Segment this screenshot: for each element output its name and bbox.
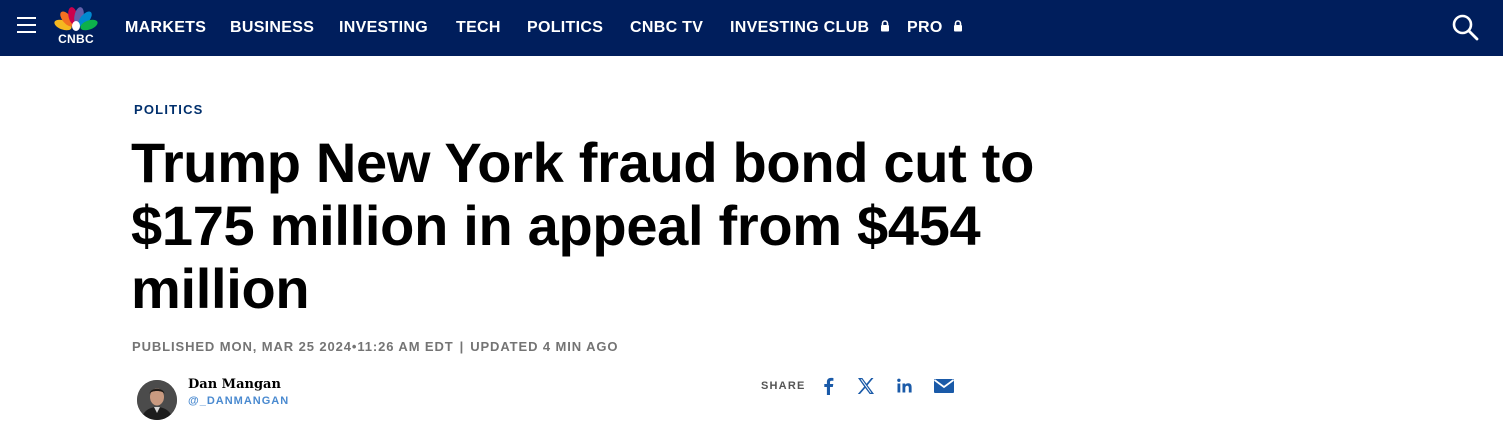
author-avatar[interactable] bbox=[137, 380, 177, 420]
nav-item-investing-club[interactable]: INVESTING CLUB bbox=[730, 19, 890, 37]
author-twitter-handle[interactable]: @_DANMANGAN bbox=[188, 395, 289, 407]
email-icon[interactable] bbox=[933, 376, 955, 396]
hamburger-menu-icon[interactable] bbox=[17, 17, 36, 33]
published-time: PUBLISHED MON, MAR 25 2024•11:26 AM EDT bbox=[132, 339, 454, 354]
search-icon[interactable] bbox=[1451, 13, 1479, 41]
nav-item-politics[interactable]: POLITICS bbox=[527, 19, 603, 37]
section-link-politics[interactable]: POLITICS bbox=[134, 102, 204, 117]
nav-item-pro[interactable]: PRO bbox=[907, 19, 963, 37]
nav-item-business[interactable]: BUSINESS bbox=[230, 19, 314, 37]
facebook-icon[interactable] bbox=[818, 376, 840, 396]
nav-item-investing[interactable]: INVESTING bbox=[339, 19, 428, 37]
linkedin-icon[interactable] bbox=[894, 376, 916, 396]
cnbc-logo[interactable]: CNBC bbox=[52, 6, 100, 46]
nav-item-markets[interactable]: MARKETS bbox=[125, 19, 206, 37]
timestamp-separator: | bbox=[459, 339, 465, 354]
author-photo-icon bbox=[137, 380, 177, 420]
nav-item-label: INVESTING CLUB bbox=[730, 19, 870, 36]
updated-time: UPDATED 4 MIN AGO bbox=[470, 339, 619, 354]
lock-icon bbox=[881, 20, 890, 32]
nav-item-label: PRO bbox=[907, 19, 943, 36]
lock-icon bbox=[954, 20, 963, 32]
logo-wordmark: CNBC bbox=[58, 32, 94, 46]
top-navigation-bar: CNBC MARKETS BUSINESS INVESTING TECH POL… bbox=[0, 0, 1503, 56]
article-timestamp: PUBLISHED MON, MAR 25 2024•11:26 AM EDT |… bbox=[132, 339, 618, 354]
share-label: SHARE bbox=[761, 380, 806, 392]
author-name[interactable]: Dan Mangan bbox=[188, 377, 281, 392]
peacock-logo-icon bbox=[54, 7, 98, 31]
article-headline: Trump New York fraud bond cut to $175 mi… bbox=[131, 131, 1035, 320]
nav-item-cnbc-tv[interactable]: CNBC TV bbox=[630, 19, 703, 37]
nav-item-tech[interactable]: TECH bbox=[456, 19, 501, 37]
x-twitter-icon[interactable] bbox=[855, 376, 877, 396]
